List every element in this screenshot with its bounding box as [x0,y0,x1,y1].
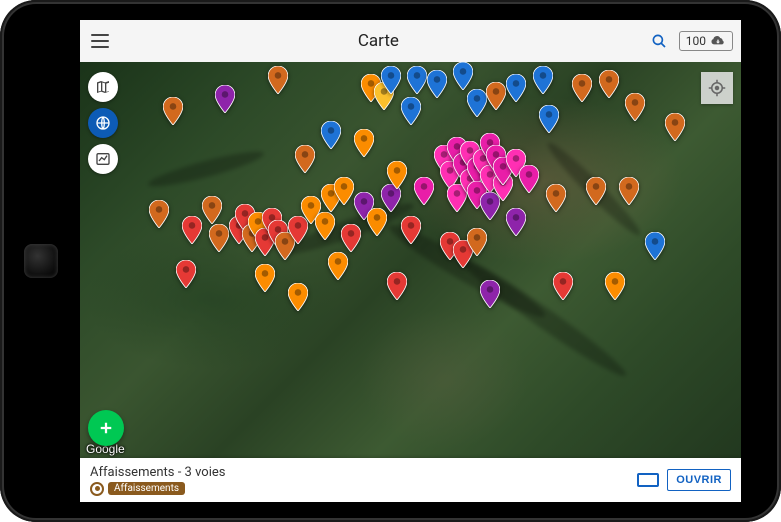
map-marker[interactable] [586,177,606,205]
open-button[interactable]: OUVRIR [667,469,731,491]
map-marker[interactable] [619,177,639,205]
landscape-icon[interactable] [637,473,659,487]
screen: Carte 100 [80,20,741,502]
app-bar: Carte 100 [80,20,741,62]
sync-count-button[interactable]: 100 [679,31,733,51]
map-marker[interactable] [506,208,526,236]
map-marker[interactable] [401,97,421,125]
map-marker[interactable] [414,177,434,205]
map-marker[interactable] [486,82,506,110]
map-marker[interactable] [427,70,447,98]
map-marker[interactable] [176,260,196,288]
map-marker[interactable] [599,70,619,98]
tag-target-icon [90,482,104,496]
map-marker[interactable] [387,272,407,300]
category-chip: Affaissements [108,482,185,495]
map-marker[interactable] [268,66,288,94]
map-marker[interactable] [295,145,315,173]
map-marker[interactable] [387,161,407,189]
map-marker[interactable] [328,252,348,280]
map-marker[interactable] [288,283,308,311]
map-marker[interactable] [506,74,526,102]
sync-count-label: 100 [686,34,706,48]
chart-layer-button[interactable] [88,144,118,174]
map-marker[interactable] [209,224,229,252]
map-marker[interactable] [453,62,473,90]
layer-button-stack [88,72,118,174]
globe-icon [95,115,111,131]
add-button[interactable] [88,410,124,446]
map-marker[interactable] [546,184,566,212]
tablet-home-button[interactable] [24,244,58,278]
sheet-info[interactable]: Affaissements - 3 voies Affaissements [90,465,637,496]
map-marker[interactable] [334,177,354,205]
map-marker[interactable] [255,264,275,292]
sheet-actions: OUVRIR [637,469,731,491]
map-marker[interactable] [354,129,374,157]
map-marker[interactable] [467,228,487,256]
bottom-sheet: Affaissements - 3 voies Affaissements OU… [80,458,741,502]
map-marker[interactable] [407,66,427,94]
map-marker[interactable] [202,196,222,224]
sheet-title: Affaissements - 3 voies [90,465,637,480]
chart-icon [95,151,111,167]
plus-icon [97,419,115,437]
map-marker[interactable] [341,224,361,252]
map-marker[interactable] [467,89,487,117]
search-icon [650,32,668,50]
map-marker[interactable] [315,212,335,240]
map-marker[interactable] [553,272,573,300]
map-marker[interactable] [215,85,235,113]
map-icon [95,79,111,95]
cloud-download-icon [710,35,726,47]
satellite-button[interactable] [88,108,118,138]
map-marker[interactable] [533,66,553,94]
map-type-button[interactable] [88,72,118,102]
locate-me-button[interactable] [701,72,733,104]
map-marker[interactable] [665,113,685,141]
map-marker[interactable] [645,232,665,260]
page-title: Carte [112,31,645,51]
crosshair-icon [708,79,726,97]
map-marker[interactable] [625,93,645,121]
map-marker[interactable] [163,97,183,125]
map-marker[interactable] [401,216,421,244]
map-marker[interactable] [519,165,539,193]
search-button[interactable] [645,27,673,55]
map-marker[interactable] [572,74,592,102]
map-marker[interactable] [321,121,341,149]
map-marker[interactable] [182,216,202,244]
map-marker[interactable] [480,280,500,308]
map-marker[interactable] [605,272,625,300]
map-canvas[interactable]: Google [80,62,741,458]
map-marker[interactable] [149,200,169,228]
map-marker[interactable] [539,105,559,133]
sheet-tag-row: Affaissements [90,482,637,496]
map-marker[interactable] [381,66,401,94]
menu-icon[interactable] [88,29,112,53]
tablet-frame: Carte 100 [0,0,781,522]
